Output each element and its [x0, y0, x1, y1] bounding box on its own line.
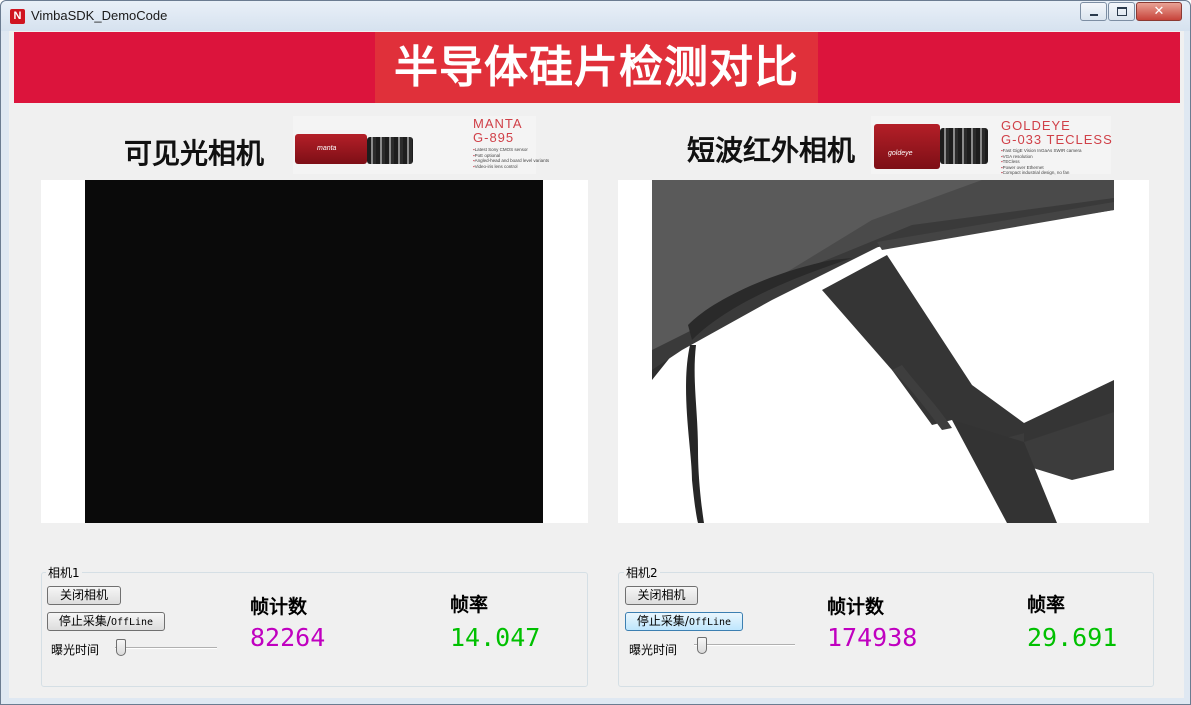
camera2-offline-label: OffLine	[688, 617, 732, 628]
camera1-promo-image: manta MANTA G-895 Latest Sony CMOS senso…	[293, 116, 549, 174]
caption-buttons: ✕	[1079, 2, 1182, 21]
goldeye-camera-body: goldeye	[874, 124, 940, 169]
promo-bullet: Video-iris lens control	[473, 164, 549, 170]
camera1-stop-label: 停止采集/	[58, 614, 111, 628]
promo-bullet: Angled-head and board level variants	[473, 158, 550, 164]
minimize-button[interactable]	[1080, 2, 1107, 21]
camera1-frame-count-label: 帧计数	[250, 596, 308, 618]
camera1-stop-button[interactable]: 停止采集/OffLine	[47, 612, 165, 631]
title-bar[interactable]: N VimbaSDK_DemoCode ✕	[1, 1, 1190, 31]
camera1-frame-rate-label: 帧率	[450, 594, 489, 616]
camera2-frame	[652, 180, 1114, 523]
camera1-heading: 可见光相机	[124, 137, 265, 170]
maximize-button[interactable]	[1108, 2, 1135, 21]
promo-bullets: Latest Sony CMOS sensor PoE optional Ang…	[473, 147, 550, 170]
camera2-exposure-slider[interactable]	[697, 637, 707, 654]
camera2-image-view[interactable]	[618, 180, 1149, 523]
promo-model-line2: G-033 TECLESS	[1001, 132, 1113, 147]
camera1-frame-rate: 14.047	[450, 623, 541, 652]
client-area: 半导体硅片检测对比 可见光相机 manta MANTA G-895 Latest…	[9, 31, 1184, 698]
camera2-group-label: 相机2	[624, 564, 660, 581]
camera2-frame-rate-label: 帧率	[1027, 594, 1066, 616]
camera2-exposure-label: 曝光时间	[629, 643, 678, 657]
promo-bullet: Compact industrial design, no fan	[1001, 170, 1082, 176]
camera2-stop-label: 停止采集/	[636, 614, 689, 628]
manta-lens	[367, 137, 413, 164]
goldeye-lens	[940, 128, 988, 164]
promo-model-line2: G-895	[473, 130, 515, 145]
swir-wafer-image	[652, 180, 1114, 523]
banner-title: 半导体硅片检测对比	[375, 32, 818, 103]
close-icon: ✕	[1153, 4, 1165, 19]
camera1-exposure-slider-track[interactable]	[115, 647, 217, 649]
promo-logo: manta	[317, 145, 337, 152]
app-window: N VimbaSDK_DemoCode ✕ 半导体硅片检测对比 可见光相机 ma…	[0, 0, 1191, 705]
camera1-exposure-slider[interactable]	[116, 639, 126, 656]
close-window-button[interactable]: ✕	[1136, 2, 1182, 21]
camera2-stop-button[interactable]: 停止采集/OffLine	[625, 612, 743, 631]
minimize-icon	[1090, 14, 1098, 16]
camera1-frame-count: 82264	[250, 623, 326, 652]
camera1-exposure-label: 曝光时间	[51, 643, 100, 657]
camera1-close-label: 关闭相机	[59, 588, 108, 602]
camera1-image-view[interactable]	[41, 180, 588, 523]
maximize-icon	[1117, 7, 1127, 16]
vimba-logo-icon: N	[10, 9, 25, 24]
camera2-close-button[interactable]: 关闭相机	[625, 586, 698, 605]
camera2-frame-count: 174938	[827, 623, 918, 652]
camera1-offline-label: OffLine	[110, 617, 154, 628]
promo-bullet: Fast GigE Vision InGaAs SWIR camera	[1001, 148, 1082, 154]
camera2-heading: 短波红外相机	[687, 134, 856, 167]
camera2-exposure-slider-track[interactable]	[694, 644, 795, 646]
camera1-group-label: 相机1	[46, 564, 82, 581]
camera2-frame-rate: 29.691	[1027, 623, 1118, 652]
banner: 半导体硅片检测对比	[14, 32, 1180, 103]
camera2-promo-image: goldeye GOLDEYE G-033 TECLESS Fast GigE …	[871, 116, 1113, 176]
camera2-frame-count-label: 帧计数	[827, 596, 885, 618]
manta-camera-body: manta	[295, 134, 367, 164]
promo-logo: goldeye	[888, 150, 913, 157]
promo-model-line1: GOLDEYE	[1001, 118, 1071, 133]
promo-bullets: Fast GigE Vision InGaAs SWIR camera VGA …	[1001, 148, 1082, 176]
camera1-close-button[interactable]: 关闭相机	[47, 586, 121, 605]
window-title: VimbaSDK_DemoCode	[31, 8, 168, 23]
promo-model-line1: MANTA	[473, 116, 523, 131]
camera2-close-label: 关闭相机	[637, 588, 686, 602]
camera1-frame	[85, 180, 543, 523]
